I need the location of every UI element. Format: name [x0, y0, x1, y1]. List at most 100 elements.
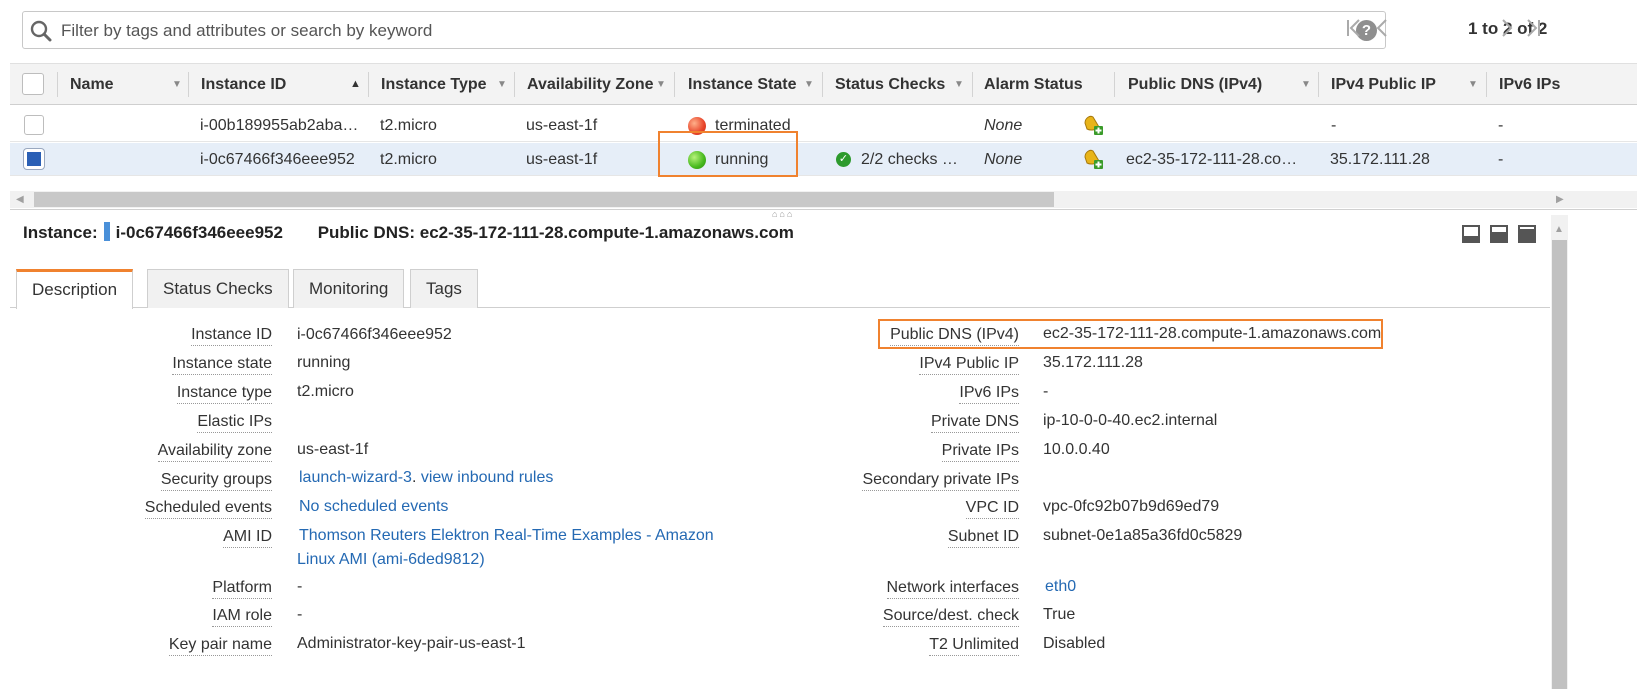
- create-alarm-icon[interactable]: [1082, 114, 1104, 136]
- last-page-icon[interactable]: [1524, 17, 1542, 46]
- horizontal-scroll-thumb[interactable]: [34, 192, 1054, 207]
- field-label: Instance type: [176, 383, 272, 404]
- field-label: Security groups: [160, 470, 272, 491]
- field-value: us-east-1f: [297, 441, 369, 458]
- field-label: Elastic IPs: [197, 412, 272, 433]
- network-interface-link[interactable]: eth0: [1045, 577, 1076, 597]
- sort-down-icon[interactable]: ▼: [954, 64, 964, 105]
- scheduled-events-link[interactable]: No scheduled events: [299, 497, 448, 517]
- field-label: Private IPs: [941, 441, 1019, 462]
- sort-down-icon[interactable]: ▼: [1468, 64, 1478, 105]
- select-all-checkbox[interactable]: [22, 73, 44, 95]
- field-value: vpc-0fc92b07b9d69ed79: [1043, 498, 1220, 515]
- field-label: Subnet ID: [947, 527, 1019, 548]
- cell-instance-id: i-0c67466f346eee952: [200, 151, 355, 168]
- row-checkbox[interactable]: [24, 149, 44, 169]
- cell-alarm-status: None: [984, 151, 1023, 168]
- scroll-right-icon[interactable]: ▶: [1556, 191, 1564, 208]
- separator: .: [411, 469, 417, 486]
- ami-id-link-line2[interactable]: Linux AMI (ami-6ded9812): [297, 550, 485, 570]
- search-bar[interactable]: ?: [22, 11, 1386, 49]
- sort-up-icon[interactable]: ▲: [350, 64, 361, 105]
- field-label: Private DNS: [930, 412, 1019, 433]
- sort-down-icon[interactable]: ▼: [804, 64, 814, 105]
- cell-status-checks: 2/2 checks …: [861, 151, 958, 168]
- tab-status-checks[interactable]: Status Checks: [147, 269, 289, 308]
- field-label: Key pair name: [168, 635, 272, 656]
- cell-alarm-status: None: [984, 117, 1023, 134]
- create-alarm-icon[interactable]: [1082, 148, 1104, 170]
- column-header-name[interactable]: Name: [70, 64, 114, 105]
- field-label: AMI ID: [223, 527, 272, 548]
- dns-label: Public DNS:: [317, 223, 415, 242]
- layout-bottom-large-icon[interactable]: [1518, 225, 1536, 243]
- column-header-ipv4-public-ip[interactable]: IPv4 Public IP: [1331, 64, 1436, 105]
- column-header-instance-state[interactable]: Instance State: [688, 64, 796, 105]
- splitter-grip-icon[interactable]: ⌂⌂⌂: [772, 209, 794, 219]
- row-checkbox[interactable]: [24, 115, 44, 135]
- next-page-icon[interactable]: [1500, 17, 1514, 46]
- field-value: -: [297, 606, 303, 623]
- cell-ipv6-ips: -: [1498, 117, 1504, 134]
- field-label: Platform: [212, 578, 272, 599]
- status-check-passed-icon: ✓: [836, 152, 851, 167]
- field-label: Secondary private IPs: [862, 470, 1019, 491]
- instance-label: Instance:: [23, 223, 98, 242]
- field-value: ip-10-0-0-40.ec2.internal: [1043, 412, 1218, 429]
- cell-availability-zone: us-east-1f: [526, 151, 598, 168]
- field-label: Availability zone: [157, 441, 272, 462]
- field-value: 35.172.111.28: [1043, 354, 1143, 371]
- field-label: Network interfaces: [886, 578, 1019, 599]
- prev-page-icon[interactable]: [1375, 17, 1389, 46]
- table-header: Name ▼ Instance ID ▲ Instance Type ▼ Ava…: [10, 63, 1637, 105]
- column-header-instance-id[interactable]: Instance ID: [201, 64, 286, 105]
- security-group-link[interactable]: launch-wizard-3: [299, 469, 412, 486]
- column-header-ipv6-ips[interactable]: IPv6 IPs: [1499, 64, 1560, 105]
- field-value: subnet-0e1a85a36fd0c5829: [1043, 527, 1243, 544]
- tab-monitoring[interactable]: Monitoring: [293, 269, 405, 308]
- detail-title: Instance: i-0c67466f346eee952 Public DNS:…: [23, 222, 794, 243]
- layout-bottom-half-icon[interactable]: [1490, 225, 1508, 243]
- sort-down-icon[interactable]: ▼: [656, 64, 666, 105]
- horizontal-scrollbar[interactable]: ◀ ▶: [10, 191, 1637, 208]
- panel-splitter[interactable]: [10, 209, 1637, 215]
- field-label: IAM role: [212, 606, 272, 627]
- scroll-up-icon[interactable]: ▲: [1554, 221, 1564, 238]
- field-value-group: launch-wizard-3. view inbound rules: [299, 468, 553, 488]
- tab-description[interactable]: Description: [16, 269, 134, 309]
- detail-dns-value: ec2-35-172-111-28.compute-1.amazonaws.co…: [419, 223, 794, 242]
- instance-color-marker: [103, 222, 110, 241]
- detail-instance-id: i-0c67466f346eee952: [115, 223, 283, 242]
- cell-availability-zone: us-east-1f: [526, 117, 598, 134]
- cell-instance-id: i-00b189955ab2aba…: [200, 117, 359, 134]
- field-value: -: [1043, 383, 1049, 400]
- sort-down-icon[interactable]: ▼: [497, 64, 507, 105]
- search-input[interactable]: [61, 18, 1331, 44]
- field-label: Instance ID: [191, 325, 272, 346]
- column-header-public-dns[interactable]: Public DNS (IPv4): [1128, 64, 1262, 105]
- sort-down-icon[interactable]: ▼: [172, 64, 182, 105]
- vertical-scroll-thumb[interactable]: [1552, 240, 1567, 689]
- scroll-left-icon[interactable]: ◀: [16, 191, 24, 208]
- field-value: True: [1043, 606, 1076, 623]
- table-row[interactable]: i-00b189955ab2aba… t2.micro us-east-1f t…: [10, 109, 1637, 142]
- running-state-highlight: [658, 131, 798, 177]
- ami-id-link[interactable]: Thomson Reuters Elektron Real-Time Examp…: [299, 526, 714, 546]
- cell-ipv4-public-ip: 35.172.111.28: [1330, 151, 1430, 168]
- column-header-status-checks[interactable]: Status Checks: [835, 64, 945, 105]
- column-header-alarm-status[interactable]: Alarm Status: [984, 64, 1083, 105]
- column-header-instance-type[interactable]: Instance Type: [381, 64, 487, 105]
- column-header-availability-zone[interactable]: Availability Zone: [527, 64, 654, 105]
- cell-ipv4-public-ip: -: [1331, 117, 1337, 134]
- field-value: -: [297, 578, 303, 595]
- table-row[interactable]: i-0c67466f346eee952 t2.micro us-east-1f …: [10, 143, 1637, 176]
- first-page-icon[interactable]: [1345, 17, 1363, 46]
- tab-tags[interactable]: Tags: [410, 269, 478, 308]
- field-value: Disabled: [1043, 635, 1106, 652]
- sort-down-icon[interactable]: ▼: [1301, 64, 1311, 105]
- search-icon: [30, 20, 52, 42]
- cell-public-dns: ec2-35-172-111-28.co…: [1126, 151, 1298, 168]
- layout-bottom-small-icon[interactable]: [1462, 225, 1480, 243]
- view-inbound-rules-link[interactable]: view inbound rules: [421, 469, 554, 486]
- public-dns-highlight: [878, 319, 1383, 349]
